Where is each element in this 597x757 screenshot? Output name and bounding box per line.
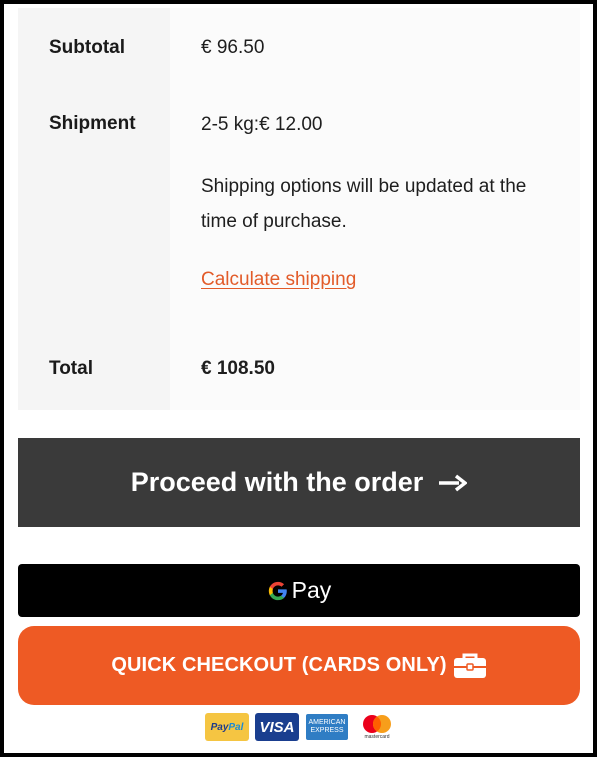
- totals-table: Subtotal € 96.50 Shipment 2-5 kg:€ 12.00…: [18, 8, 580, 410]
- proceed-with-order-button[interactable]: Proceed with the order: [18, 438, 580, 527]
- total-value: € 108.50: [170, 332, 580, 410]
- google-pay-label: Pay: [291, 577, 332, 603]
- mastercard-logo: mastercard: [355, 713, 399, 741]
- shipping-note: Shipping options will be updated at the …: [201, 176, 527, 232]
- google-g-icon: [267, 580, 289, 602]
- paypal-logo: Pay Pal: [205, 713, 249, 741]
- paypal-text-pal: Pal: [228, 721, 244, 733]
- calculate-shipping-link[interactable]: Calculate shipping: [201, 269, 356, 291]
- total-label: Total: [18, 332, 170, 410]
- mastercard-text: mastercard: [364, 734, 390, 740]
- subtotal-label: Subtotal: [18, 8, 170, 88]
- proceed-button-label: Proceed with the order: [130, 467, 424, 497]
- mastercard-circles-icon: [363, 715, 391, 733]
- amex-logo: AMERICAN EXPRESS: [305, 713, 349, 741]
- paypal-text-pay: Pay: [210, 721, 229, 733]
- cart-totals-panel: Subtotal € 96.50 Shipment 2-5 kg:€ 12.00…: [0, 0, 597, 757]
- payment-logos: Pay Pal VISA AMERICAN EXPRESS mastercard: [205, 713, 399, 741]
- shipment-details: 2-5 kg:€ 12.00 Shipping options will be …: [170, 88, 580, 332]
- quick-checkout-label: QUICK CHECKOUT (CARDS ONLY): [111, 654, 447, 676]
- amex-text-2: EXPRESS: [310, 727, 344, 734]
- visa-text: VISA: [259, 718, 295, 736]
- shipment-label: Shipment: [18, 88, 170, 332]
- quick-checkout-button[interactable]: QUICK CHECKOUT (CARDS ONLY): [18, 626, 580, 705]
- total-row: Total € 108.50: [18, 332, 580, 410]
- shipment-row: Shipment 2-5 kg:€ 12.00 Shipping options…: [18, 88, 580, 332]
- visa-logo: VISA: [255, 713, 299, 741]
- subtotal-value: € 96.50: [170, 8, 580, 88]
- briefcase-icon: [453, 653, 487, 679]
- amex-text-1: AMERICAN: [308, 719, 346, 726]
- subtotal-row: Subtotal € 96.50: [18, 8, 580, 88]
- google-pay-button[interactable]: Pay: [18, 564, 580, 617]
- shipping-rate: 2-5 kg:€ 12.00: [201, 114, 323, 135]
- arrow-right-icon: [439, 474, 468, 492]
